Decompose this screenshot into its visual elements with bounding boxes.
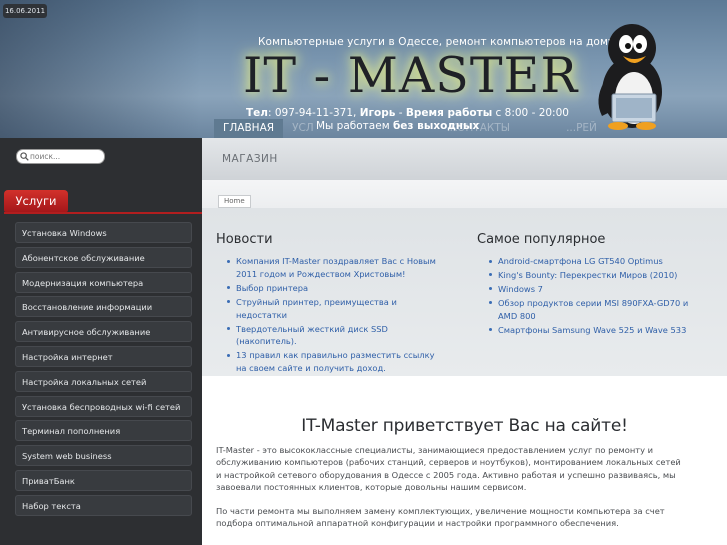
- date-badge: 16.06.2011: [3, 4, 47, 18]
- menu-item-typing[interactable]: Набор текста: [15, 494, 192, 516]
- phone-number: : 097-94-11-371,: [267, 107, 360, 119]
- header-slogan: Мы работаем без выходных: [316, 120, 479, 132]
- slogan-prefix: Мы работаем: [316, 120, 393, 132]
- contact-info: Тел: 097-94-11-371, Игорь - Время работы…: [246, 107, 569, 119]
- services-menu: Установка Windows Абонентское обслуживан…: [15, 222, 192, 520]
- menu-item-lan-setup[interactable]: Настройка локальных сетей: [15, 370, 192, 392]
- intro-paragraph: IT-Master - это высококлассные специалис…: [216, 445, 681, 492]
- hours-label: Время работы: [405, 107, 493, 119]
- menu-item-web-business[interactable]: System web business: [15, 445, 192, 467]
- search-box[interactable]: [16, 149, 105, 164]
- hours-value: с 8:00 - 20:00: [492, 107, 569, 119]
- news-item[interactable]: 13 правил как правильно разместить ссылк…: [226, 349, 442, 375]
- menu-item-privatbank[interactable]: ПриватБанк: [15, 469, 192, 491]
- site-logo[interactable]: IT - MASTER: [243, 46, 578, 106]
- news-item[interactable]: Компания IT-Master поздравляет Вас с Нов…: [226, 255, 442, 281]
- news-panel: Новости Компания IT-Master поздравляет В…: [202, 208, 727, 376]
- popular-list: Android-смартфона LG GT540 Optimus King'…: [488, 255, 702, 337]
- news-item[interactable]: Твердотельный жесткий диск SSD (накопите…: [226, 323, 442, 349]
- breadcrumb-home[interactable]: Home: [218, 195, 251, 208]
- welcome-title: IT-Master приветствует Вас на сайте!: [301, 416, 628, 436]
- news-list: Компания IT-Master поздравляет Вас с Нов…: [226, 255, 442, 375]
- menu-item-payment-terminal[interactable]: Терминал пополнения: [15, 420, 192, 442]
- slogan-bold: без выходных: [392, 120, 480, 132]
- search-input[interactable]: [30, 150, 100, 163]
- news-item[interactable]: Струйный принтер, преимущества и недоста…: [226, 296, 442, 322]
- popular-item[interactable]: Обзор продуктов серии MSI 890FXA-GD70 и …: [488, 297, 702, 323]
- breadcrumb: Home: [202, 180, 727, 208]
- section-title: МАГАЗИН: [222, 153, 278, 165]
- site-header: 16.06.2011 Компьютерные услуги в Одессе,…: [0, 0, 727, 138]
- repair-paragraph: По части ремонта мы выполняем замену ком…: [216, 506, 665, 529]
- popular-item[interactable]: King's Bounty: Перекрестки Миров (2010): [488, 269, 702, 282]
- popular-item[interactable]: Android-смартфона LG GT540 Optimus: [488, 255, 702, 268]
- services-tab[interactable]: Услуги: [4, 190, 68, 212]
- popular-item[interactable]: Windows 7: [488, 283, 702, 296]
- menu-item-pc-upgrade[interactable]: Модернизация компьютера: [15, 271, 192, 293]
- menu-item-windows-install[interactable]: Установка Windows: [15, 222, 192, 243]
- menu-item-wifi-setup[interactable]: Установка беспроводных wi-fi сетей: [15, 395, 192, 417]
- penguin-mascot-icon: [598, 24, 662, 130]
- contact-name: Игорь: [359, 107, 396, 119]
- section-header: МАГАЗИН: [202, 138, 727, 180]
- menu-item-antivirus[interactable]: Антивирусное обслуживание: [15, 321, 192, 343]
- nav-home[interactable]: ГЛАВНАЯ: [214, 119, 284, 138]
- menu-item-subscription-service[interactable]: Абонентское обслуживание: [15, 246, 192, 268]
- news-title: Новости: [216, 232, 273, 247]
- nav-partial-item[interactable]: ...РЕЙ: [557, 119, 606, 138]
- sidebar: Услуги Установка Windows Абонентское обс…: [0, 138, 202, 545]
- contact-separator: -: [395, 107, 406, 119]
- services-underline: [4, 212, 202, 214]
- search-icon: [20, 152, 29, 161]
- news-item[interactable]: Выбор принтера: [226, 282, 442, 295]
- popular-title: Самое популярное: [477, 232, 606, 247]
- popular-item[interactable]: Смартфоны Samsung Wave 525 и Wave 533: [488, 324, 702, 337]
- main-content: Home Новости Компания IT-Master поздравл…: [202, 180, 727, 545]
- phone-label: Тел: [246, 107, 268, 119]
- menu-item-internet-setup[interactable]: Настройка интернет: [15, 345, 192, 367]
- menu-item-data-recovery[interactable]: Восстановление информации: [15, 296, 192, 318]
